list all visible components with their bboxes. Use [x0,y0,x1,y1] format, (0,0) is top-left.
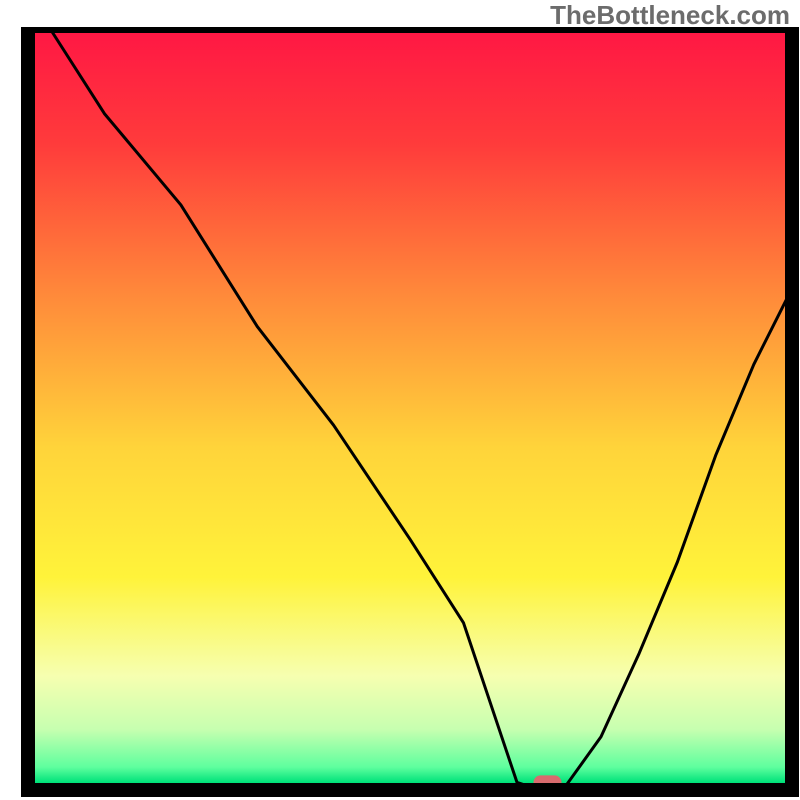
gradient-background [28,30,792,790]
watermark-text: TheBottleneck.com [550,0,790,31]
bottleneck-chart: TheBottleneck.com [0,0,800,800]
chart-svg [0,0,800,800]
